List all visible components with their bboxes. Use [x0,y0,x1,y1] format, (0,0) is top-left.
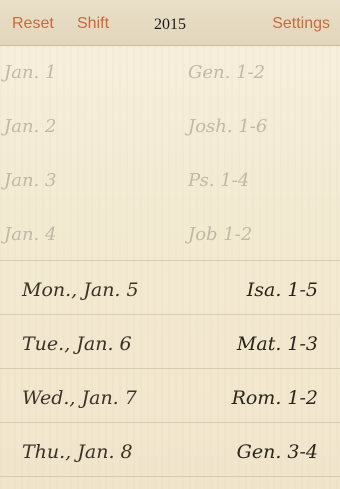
reading-row[interactable]: Wed., Jan. 7 Rom. 1-2 [0,369,340,423]
reading-date: Mon., Jan. 5 [22,279,139,301]
reading-date: Jan. 3 [4,170,57,191]
shift-button[interactable]: Shift [77,14,109,34]
reading-reference: Isa. 1-5 [246,279,318,301]
reading-row[interactable]: Mon., Jan. 5 Isa. 1-5 [0,261,340,315]
reading-reference: Gen. 3-4 [236,441,318,463]
reading-reference: Ps. 1-4 [188,170,250,191]
reading-row[interactable]: Thu., Jan. 8 Gen. 3-4 [0,423,340,477]
reading-reference: Job 1-2 [188,224,253,245]
completed-reading-row[interactable]: Jan. 3 Ps. 1-4 [0,154,340,208]
reading-reference: Mat. 1-3 [236,333,318,355]
reading-date: Jan. 2 [4,116,57,137]
reset-button[interactable]: Reset [12,14,54,34]
reading-date: Tue., Jan. 6 [22,333,132,355]
reading-date: Jan. 1 [4,62,57,83]
reading-row[interactable]: Tue., Jan. 6 Mat. 1-3 [0,315,340,369]
reading-reference: Josh. 1-6 [188,116,268,137]
reading-reference: Gen. 1-2 [188,62,266,83]
year-title: 2015 [154,16,186,33]
reading-date: Wed., Jan. 7 [22,387,137,409]
completed-reading-row[interactable]: Jan. 1 Gen. 1-2 [0,46,340,100]
completed-reading-row[interactable]: Jan. 2 Josh. 1-6 [0,100,340,154]
reading-date: Jan. 4 [4,224,57,245]
reading-reference: Rom. 1-2 [231,387,318,409]
reading-date: Thu., Jan. 8 [22,441,133,463]
reading-plan-screen: Reset Shift 2015 Settings Jan. 1 Gen. 1-… [0,0,340,489]
settings-button[interactable]: Settings [272,14,330,34]
completed-reading-row[interactable]: Jan. 4 Job 1-2 [0,208,340,260]
nav-bar: Reset Shift 2015 Settings [0,0,340,46]
